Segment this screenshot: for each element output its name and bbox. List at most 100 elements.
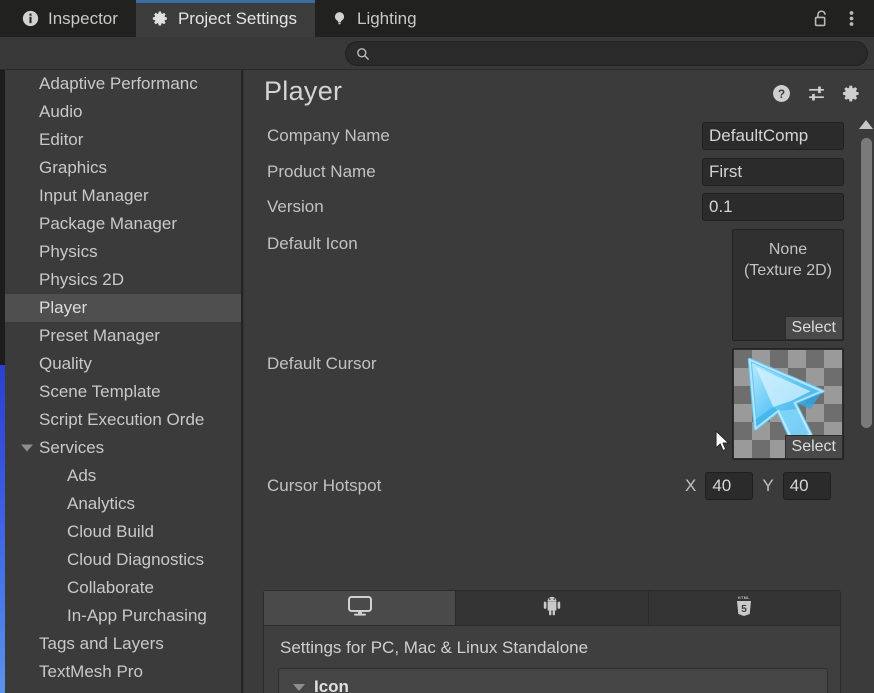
hotspot-x-label: X: [685, 476, 697, 495]
default-icon-value: None (Texture 2D): [743, 241, 833, 279]
cursor-hotspot-fields: X 40 Y 40: [685, 472, 831, 500]
sidebar-item-label: Script Execution Orde: [39, 410, 205, 429]
player-settings-panel: Player ? Company Name DefaultComp Produc…: [245, 70, 874, 693]
kebab-menu-icon[interactable]: [838, 6, 864, 32]
default-cursor-label: Default Cursor: [267, 354, 377, 373]
search-input[interactable]: [376, 46, 857, 61]
default-icon-label: Default Icon: [267, 234, 358, 253]
field-version: Version 0.1: [245, 189, 858, 224]
platform-tab-standalone[interactable]: [264, 591, 457, 625]
version-input[interactable]: 0.1: [702, 192, 844, 221]
sidebar-item-player[interactable]: Player: [5, 294, 241, 322]
sidebar-item-label: Physics: [39, 242, 98, 261]
search-box[interactable]: [345, 41, 868, 66]
settings-scroll-view: Company Name DefaultComp Product Name Fi…: [245, 118, 858, 693]
sidebar-item-preset-manager[interactable]: Preset Manager: [5, 322, 241, 350]
sidebar-item-services[interactable]: Services: [5, 434, 241, 462]
sidebar-item-textmesh-pro[interactable]: TextMesh Pro: [5, 658, 241, 686]
sidebar-item-input-manager[interactable]: Input Manager: [5, 182, 241, 210]
default-cursor-object-field[interactable]: Select: [732, 348, 844, 460]
sidebar-item-label: TextMesh Pro: [39, 662, 143, 681]
sidebar-item-analytics[interactable]: Analytics: [5, 490, 241, 518]
sidebar-item-quality[interactable]: Quality: [5, 350, 241, 378]
tab-lighting[interactable]: Lighting: [315, 0, 435, 37]
svg-text:?: ?: [778, 88, 785, 101]
search-row: [0, 37, 874, 70]
platform-tab-android[interactable]: [456, 591, 649, 625]
platform-tab-strip: HTML 5: [264, 591, 840, 626]
sidebar-item-scene-template[interactable]: Scene Template: [5, 378, 241, 406]
sidebar-item-label: Tags and Layers: [39, 634, 164, 653]
html5-icon: HTML 5: [734, 594, 754, 623]
sidebar-item-physics[interactable]: Physics: [5, 238, 241, 266]
icon-section-box: Icon Override for PC, Mac & Linux Standa…: [278, 668, 828, 693]
hotspot-y-label: Y: [762, 476, 774, 495]
sidebar-item-label: Graphics: [39, 158, 108, 177]
field-product-name: Product Name First: [245, 154, 858, 189]
sidebar-item-label: Physics 2D: [39, 270, 125, 289]
gear-icon: [152, 10, 169, 27]
sidebar-item-label: Package Manager: [39, 214, 177, 233]
sidebar-item-audio[interactable]: Audio: [5, 98, 241, 126]
platform-settings-title: Settings for PC, Mac & Linux Standalone: [280, 638, 589, 657]
sidebar-item-collaborate[interactable]: Collaborate: [5, 574, 241, 602]
hotspot-y-input[interactable]: 40: [782, 472, 831, 500]
sidebar-item-tags-and-layers[interactable]: Tags and Layers: [5, 630, 241, 658]
default-icon-object-field[interactable]: None (Texture 2D) Select: [732, 229, 844, 341]
default-cursor-select-button[interactable]: Select: [784, 435, 843, 459]
tab-inspector-label: Inspector: [48, 8, 118, 28]
info-icon: [22, 10, 39, 27]
sidebar-item-graphics[interactable]: Graphics: [5, 154, 241, 182]
preset-icon[interactable]: [806, 83, 827, 104]
panel-header-actions: ?: [771, 83, 862, 104]
tab-project-settings[interactable]: Project Settings: [135, 0, 316, 37]
chevron-down-icon[interactable]: [21, 444, 33, 452]
icon-section-foldout[interactable]: Icon: [279, 675, 827, 693]
sidebar-item-ads[interactable]: Ads: [5, 462, 241, 490]
sidebar-item-label: Quality: [39, 354, 92, 373]
cursor-hotspot-label: Cursor Hotspot: [267, 476, 382, 495]
sidebar-item-label: Analytics: [67, 494, 136, 513]
unlocked-padlock-icon[interactable]: [808, 6, 834, 32]
tab-inspector[interactable]: Inspector: [0, 0, 136, 37]
sidebar-item-label: Adaptive Performanc: [39, 74, 198, 93]
field-cursor-hotspot: Cursor Hotspot X 40 Y 40: [245, 466, 858, 506]
sidebar-item-in-app-purchasing[interactable]: In-App Purchasing: [5, 602, 241, 630]
sidebar-item-adaptive-performanc[interactable]: Adaptive Performanc: [5, 70, 241, 98]
vertical-scrollbar[interactable]: [858, 118, 874, 693]
field-company-name: Company Name DefaultComp: [245, 118, 858, 154]
field-default-icon: Default Icon None (Texture 2D) Select: [245, 224, 858, 346]
lightbulb-icon: [331, 10, 348, 27]
tab-project-settings-label: Project Settings: [177, 8, 297, 28]
company-name-input[interactable]: DefaultComp: [702, 122, 844, 150]
tab-lighting-label: Lighting: [357, 8, 417, 28]
sidebar-item-physics-2d[interactable]: Physics 2D: [5, 266, 241, 294]
sidebar-item-label: In-App Purchasing: [67, 606, 207, 625]
android-icon: [541, 595, 563, 622]
settings-category-list[interactable]: Adaptive Performanc Audio Editor Graphics In…: [5, 70, 243, 693]
svg-text:5: 5: [742, 604, 748, 615]
standalone-monitor-icon: [347, 595, 373, 622]
hotspot-x-input[interactable]: 40: [705, 472, 754, 500]
default-icon-select-button[interactable]: Select: [784, 316, 843, 340]
icon-section-label: Icon: [314, 677, 349, 693]
panel-header: Player ?: [245, 70, 874, 118]
sidebar-item-script-execution-orde[interactable]: Script Execution Orde: [5, 406, 241, 434]
scroll-up-arrow-icon[interactable]: [859, 120, 873, 129]
page-title: Player: [264, 76, 343, 106]
product-name-input[interactable]: First: [702, 157, 844, 186]
sidebar-item-label: Editor: [39, 130, 84, 149]
svg-text:HTML: HTML: [738, 596, 750, 600]
settings-gear-icon[interactable]: [841, 83, 862, 104]
help-icon[interactable]: ?: [771, 83, 792, 104]
sidebar-item-cloud-diagnostics[interactable]: Cloud Diagnostics: [5, 546, 241, 574]
product-name-label: Product Name: [267, 161, 376, 181]
scrollbar-thumb[interactable]: [861, 138, 872, 428]
sidebar-item-editor[interactable]: Editor: [5, 126, 241, 154]
sidebar-item-label: Audio: [39, 102, 83, 121]
sidebar-item-cloud-build[interactable]: Cloud Build: [5, 518, 241, 546]
sidebar-item-label: Preset Manager: [39, 326, 160, 345]
platform-tab-webgl[interactable]: HTML 5: [648, 591, 840, 625]
search-icon: [356, 47, 370, 61]
sidebar-item-package-manager[interactable]: Package Manager: [5, 210, 241, 238]
